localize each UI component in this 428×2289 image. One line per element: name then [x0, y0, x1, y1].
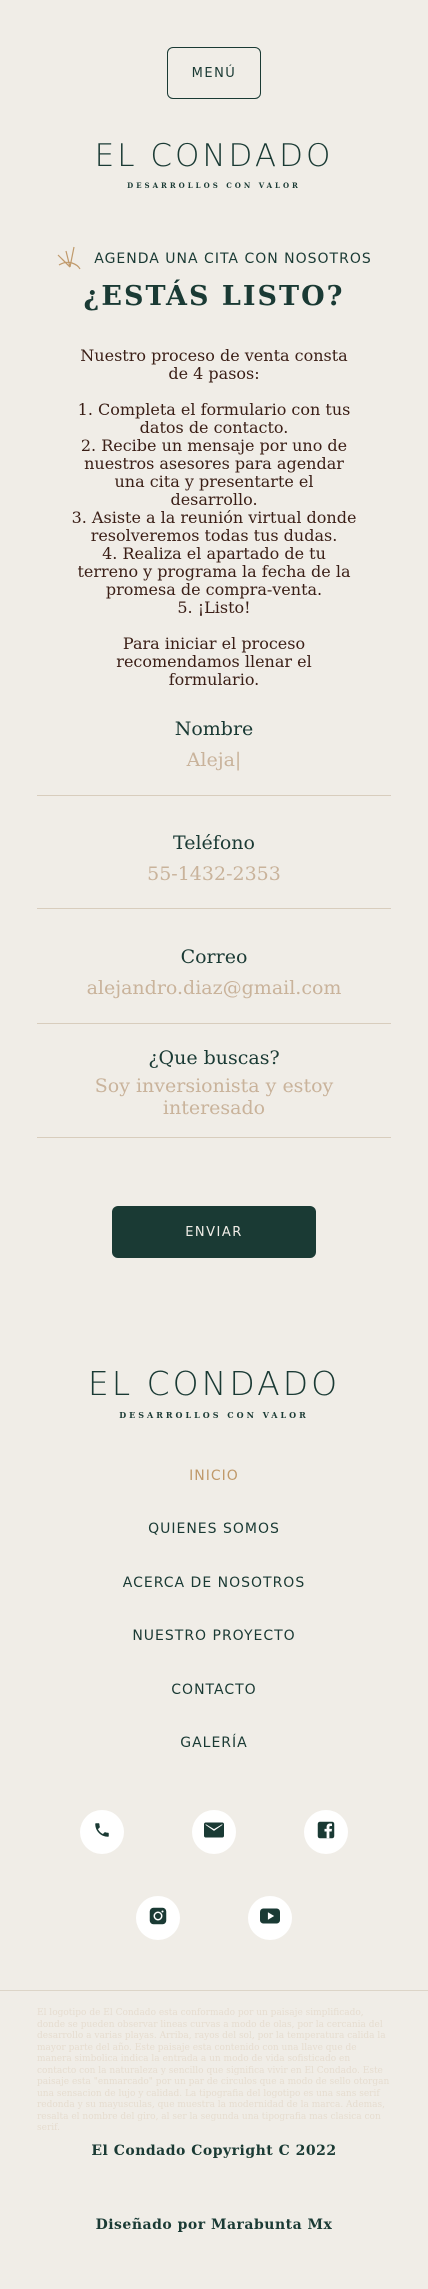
page-headline: ¿ESTÁS LISTO?: [83, 281, 345, 312]
phone-button[interactable]: [80, 1810, 124, 1854]
mail-button[interactable]: [192, 1810, 236, 1854]
name-underline: [37, 795, 391, 796]
name-label: Nombre: [174, 718, 254, 740]
footer-logo-subtitle: DESARROLLOS CON VALOR: [119, 1410, 309, 1420]
logo-subtitle: DESARROLLOS CON VALOR: [127, 181, 301, 190]
instagram-icon: [149, 1907, 167, 1929]
phone-icon: [93, 1821, 111, 1843]
process-description: Nuestro proceso de venta consta de 4 pas…: [70, 347, 358, 689]
menu-button[interactable]: MENÚ: [167, 47, 261, 99]
nav-quienes-somos[interactable]: QUIENES SOMOS: [0, 1521, 428, 1537]
email-underline: [37, 1023, 391, 1024]
seek-field[interactable]: ¿Que buscas? Soy inversionista y estoy i…: [0, 1047, 428, 1119]
leaf-icon: [56, 243, 82, 275]
seek-input[interactable]: Soy inversionista y estoy interesado: [0, 1075, 428, 1119]
nav-acerca-de-nosotros[interactable]: ACERCA DE NOSOTROS: [0, 1575, 428, 1591]
seek-underline: [37, 1137, 391, 1138]
name-field[interactable]: Nombre Aleja|: [0, 718, 428, 771]
credits-text[interactable]: Diseñado por Marabunta Mx: [0, 2217, 428, 2233]
email-input[interactable]: alejandro.diaz@gmail.com: [0, 977, 428, 999]
nav-nuestro-proyecto[interactable]: NUESTRO PROYECTO: [0, 1628, 428, 1644]
email-label: Correo: [180, 946, 248, 968]
seek-label: ¿Que buscas?: [148, 1047, 280, 1069]
nav-contacto[interactable]: CONTACTO: [0, 1682, 428, 1698]
email-field[interactable]: Correo alejandro.diaz@gmail.com: [0, 946, 428, 999]
footer-logo-title[interactable]: EL CONDADO: [0, 1364, 428, 1403]
process-intro: Nuestro proceso de venta consta de 4 pas…: [80, 346, 348, 383]
process-closing: Para iniciar el proceso recomendamos lle…: [116, 634, 312, 689]
process-step: 5. ¡Listo!: [177, 598, 251, 617]
process-step: 4. Realiza el apartado de tu terreno y p…: [77, 544, 351, 599]
submit-button[interactable]: ENVIAR: [112, 1206, 316, 1258]
nav-inicio[interactable]: INICIO: [0, 1468, 428, 1484]
youtube-icon: [260, 1908, 280, 1928]
process-step: 2. Recibe un mensaje por uno de nuestros…: [80, 436, 348, 509]
agenda-text: AGENDA UNA CITA CON NOSOTROS: [94, 251, 372, 267]
nav-galeria[interactable]: GALERÍA: [0, 1735, 428, 1751]
copyright-text: El Condado Copyright C 2022: [91, 2143, 337, 2159]
facebook-button[interactable]: [304, 1810, 348, 1854]
phone-input[interactable]: 55-1432-2353: [0, 863, 428, 885]
logo-title[interactable]: EL CONDADO: [0, 138, 428, 174]
name-input[interactable]: Aleja|: [0, 749, 428, 771]
phone-field[interactable]: Teléfono 55-1432-2353: [0, 832, 428, 885]
agenda-row: AGENDA UNA CITA CON NOSOTROS: [0, 243, 428, 275]
phone-underline: [37, 908, 391, 909]
process-step: 1. Completa el formulario con tus datos …: [77, 400, 351, 437]
facebook-icon: [317, 1821, 335, 1843]
phone-label: Teléfono: [173, 832, 255, 854]
mail-icon: [204, 1822, 224, 1842]
youtube-button[interactable]: [248, 1896, 292, 1940]
logo-description: El logotipo de El Condado esta conformad…: [37, 2008, 390, 2133]
process-step: 3. Asiste a la reunión virtual donde res…: [71, 508, 357, 545]
footer-divider: [0, 1990, 428, 1991]
instagram-button[interactable]: [136, 1896, 180, 1940]
